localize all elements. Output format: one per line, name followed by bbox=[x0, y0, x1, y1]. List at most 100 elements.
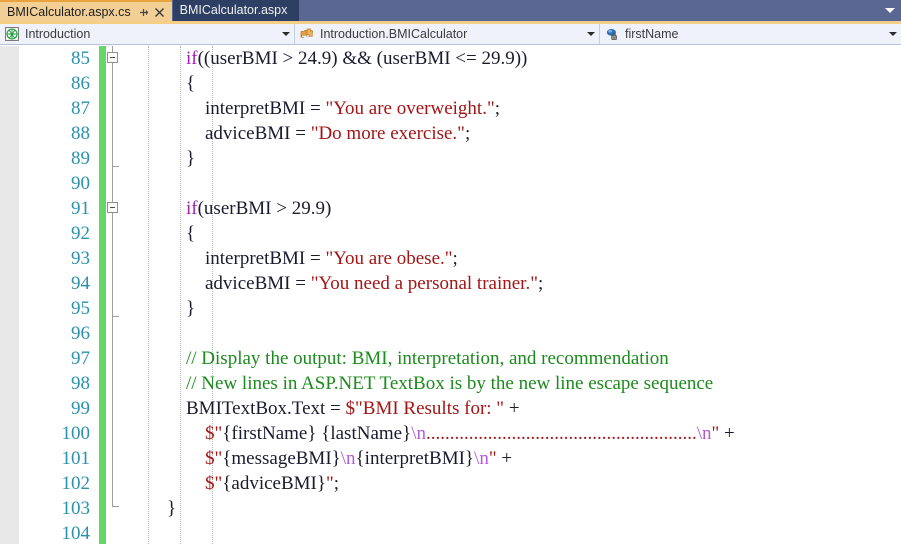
code-token: (userBMI > 29.9) bbox=[197, 198, 332, 219]
line-number: 95 bbox=[71, 298, 90, 319]
code-line[interactable]: 93 interpretBMI = "You are obese."; bbox=[0, 246, 901, 271]
code-line-text: if(userBMI > 29.9) bbox=[148, 196, 331, 221]
chevron-down-glyph bbox=[889, 32, 897, 36]
line-number: 99 bbox=[71, 398, 90, 419]
code-token: {firstName} {lastName} bbox=[222, 423, 412, 444]
code-line[interactable]: 94 adviceBMI = "You need a personal trai… bbox=[0, 271, 901, 296]
code-token: ; bbox=[494, 98, 500, 119]
code-line-text: $"{adviceBMI}"; bbox=[148, 471, 339, 496]
navbar-project-dropdown[interactable]: Introduction bbox=[0, 24, 295, 44]
navbar-member-dropdown[interactable]: firstName bbox=[600, 24, 901, 44]
code-token: {adviceBMI} bbox=[222, 473, 326, 494]
line-number: 90 bbox=[71, 173, 90, 194]
navbar-type-dropdown[interactable]: Introduction.BMICalculator bbox=[295, 24, 600, 44]
code-token: + bbox=[496, 448, 513, 469]
code-line-text: } bbox=[148, 146, 195, 171]
line-number: 96 bbox=[71, 323, 90, 344]
line-number: 85 bbox=[71, 48, 90, 69]
code-token: // Display the output: BMI, interpretati… bbox=[148, 348, 669, 369]
line-number: 97 bbox=[71, 348, 90, 369]
code-line[interactable]: 85 if((userBMI > 24.9) && (userBMI <= 29… bbox=[0, 46, 901, 71]
code-token: "You are overweight." bbox=[325, 98, 495, 119]
code-token: \n bbox=[474, 448, 489, 469]
class-puzzle-icon bbox=[298, 26, 316, 42]
code-token: } bbox=[148, 298, 196, 319]
code-line-text: adviceBMI = "Do more exercise."; bbox=[148, 121, 470, 146]
navbar-type-label: Introduction.BMICalculator bbox=[320, 27, 468, 41]
code-editor-surface[interactable]: 85 if((userBMI > 24.9) && (userBMI <= 29… bbox=[0, 46, 901, 544]
document-tab-label: BMICalculator.aspx.cs bbox=[7, 5, 131, 20]
code-line[interactable]: 100 $"{firstName} {lastName}\n..........… bbox=[0, 421, 901, 446]
code-token: "You are obese." bbox=[325, 248, 453, 269]
code-line-text: { bbox=[148, 71, 195, 96]
code-line[interactable]: 97 // Display the output: BMI, interpret… bbox=[0, 346, 901, 371]
code-line[interactable]: 98 // New lines in ASP.NET TextBox is by… bbox=[0, 371, 901, 396]
code-token: + bbox=[504, 398, 520, 419]
line-number: 89 bbox=[71, 148, 90, 169]
chevron-down-icon[interactable] bbox=[583, 32, 599, 36]
code-token: ........................................… bbox=[426, 423, 697, 444]
document-tab-strip: BMICalculator.aspx.cs BMICalculator.aspx bbox=[0, 0, 901, 21]
code-line[interactable]: 89 } bbox=[0, 146, 901, 171]
code-text-area[interactable]: 85 if((userBMI > 24.9) && (userBMI <= 29… bbox=[0, 46, 901, 544]
code-line-text: BMITextBox.Text = $"BMI Results for: " + bbox=[148, 396, 520, 421]
chevron-down-icon[interactable] bbox=[885, 32, 901, 36]
code-line[interactable]: 92 { bbox=[0, 221, 901, 246]
code-token: \n bbox=[340, 448, 356, 469]
code-token: " bbox=[325, 473, 334, 494]
code-line[interactable]: 88 adviceBMI = "Do more exercise."; bbox=[0, 121, 901, 146]
code-token: "Do more exercise." bbox=[310, 123, 465, 144]
code-token: if bbox=[186, 48, 198, 69]
code-line-text: // Display the output: BMI, interpretati… bbox=[148, 346, 669, 371]
line-number: 101 bbox=[61, 448, 91, 469]
code-token: { bbox=[148, 223, 196, 244]
code-token: \n bbox=[411, 423, 426, 444]
code-line[interactable]: 95 } bbox=[0, 296, 901, 321]
code-line-text: $"{messageBMI}\n{interpretBMI}\n" + bbox=[148, 446, 512, 471]
code-line[interactable]: 87 interpretBMI = "You are overweight."; bbox=[0, 96, 901, 121]
chevron-down-icon[interactable] bbox=[278, 32, 294, 36]
document-tab-bmicalculator-aspx-cs[interactable]: BMICalculator.aspx.cs bbox=[0, 0, 172, 21]
chevron-down-glyph bbox=[587, 32, 595, 36]
line-number: 88 bbox=[71, 123, 90, 144]
code-token: { bbox=[148, 73, 196, 94]
tab-strip-filler bbox=[299, 0, 879, 21]
code-line[interactable]: 104 bbox=[0, 521, 901, 544]
code-token: adviceBMI = bbox=[148, 273, 311, 294]
code-token: adviceBMI = bbox=[148, 123, 311, 144]
code-line[interactable]: 96 bbox=[0, 321, 901, 346]
line-number: 104 bbox=[61, 523, 91, 544]
chevron-down-icon[interactable] bbox=[879, 0, 901, 21]
code-line[interactable]: 103 } bbox=[0, 496, 901, 521]
code-line[interactable]: 91 if(userBMI > 29.9) bbox=[0, 196, 901, 221]
document-tab-label: BMICalculator.aspx bbox=[179, 3, 288, 18]
code-token: + bbox=[719, 423, 735, 444]
code-line[interactable]: 102 $"{adviceBMI}"; bbox=[0, 471, 901, 496]
line-number: 91 bbox=[71, 198, 90, 219]
code-line[interactable]: 90 bbox=[0, 171, 901, 196]
web-globe-icon bbox=[3, 26, 21, 42]
code-line-text: { bbox=[148, 221, 195, 246]
code-line[interactable]: 99 BMITextBox.Text = $"BMI Results for: … bbox=[0, 396, 901, 421]
code-token: $" bbox=[205, 448, 223, 469]
code-token: {interpretBMI} bbox=[355, 448, 475, 469]
code-line[interactable]: 101 $"{messageBMI}\n{interpretBMI}\n" + bbox=[0, 446, 901, 471]
code-token: BMITextBox.Text = bbox=[148, 398, 346, 419]
code-line-text: interpretBMI = "You are obese."; bbox=[148, 246, 458, 271]
line-number: 94 bbox=[71, 273, 90, 294]
chevron-down-glyph bbox=[282, 32, 290, 36]
line-number: 102 bbox=[61, 473, 91, 494]
code-line[interactable]: 86 { bbox=[0, 71, 901, 96]
code-token: interpretBMI = bbox=[148, 248, 326, 269]
code-token: // New lines in ASP.NET TextBox is by th… bbox=[148, 373, 714, 394]
close-icon[interactable] bbox=[153, 6, 166, 19]
line-number: 98 bbox=[71, 373, 90, 394]
code-token: $" bbox=[205, 423, 223, 444]
document-tab-bmicalculator-aspx[interactable]: BMICalculator.aspx bbox=[172, 0, 300, 21]
pin-icon[interactable] bbox=[137, 6, 150, 19]
